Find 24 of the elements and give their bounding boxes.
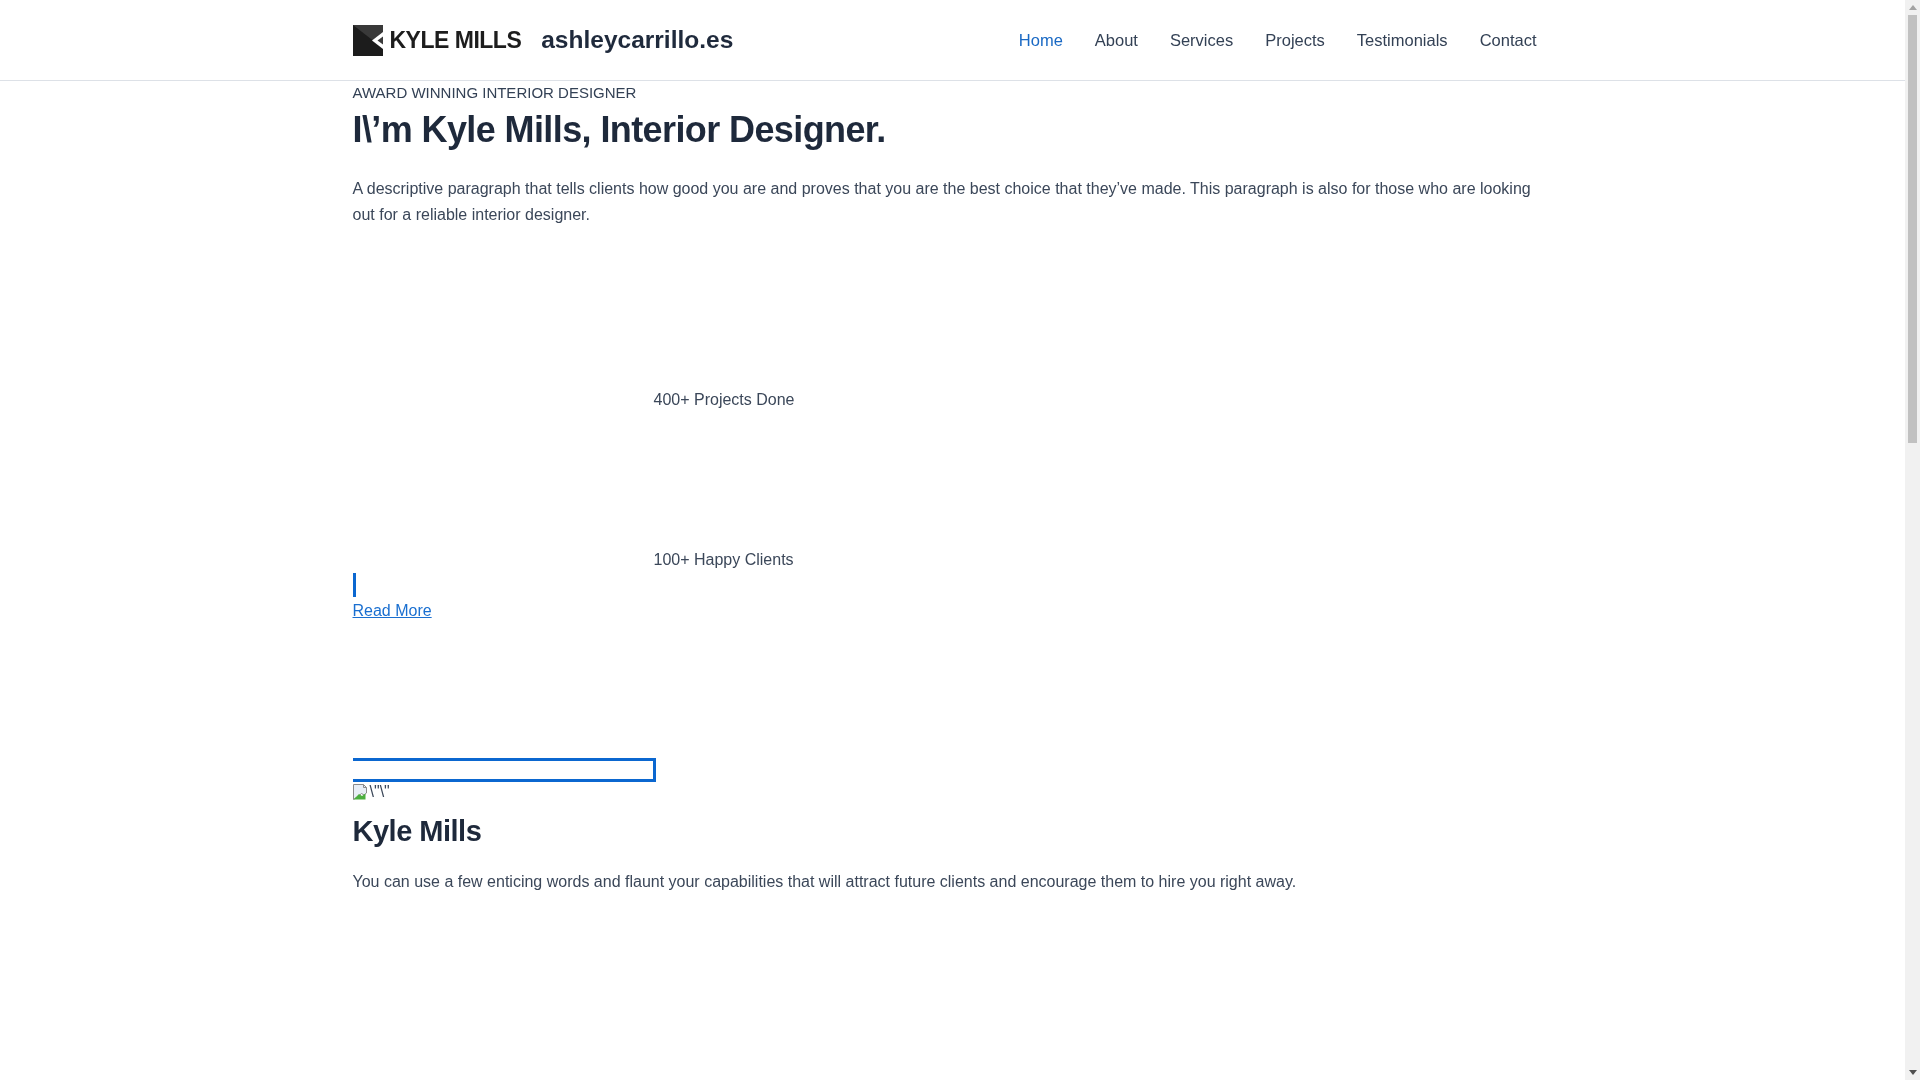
nav-link[interactable]: Contact [1463,28,1553,52]
scrollbar-track[interactable] [1905,0,1920,1080]
broken-image-icon [352,784,369,800]
caret-up-icon[interactable] [1908,5,1917,10]
about-paragraph: You can use a few enticing words and flaunt your capabilities that will attract future clients and encourage them to hire you right away. [352,872,1297,892]
nav-link[interactable]: Services [1153,28,1250,52]
image-alt-text: \"\" [369,782,390,802]
site-title[interactable]: ashleycarrillo.es [541,25,734,55]
nav-link[interactable]: Home [1002,28,1079,52]
stat-label: 100+ Happy Clients [653,550,794,570]
name-heading: Kyle Mills [352,814,482,849]
hero-heading: I\’m Kyle Mills, Interior Designer. [352,108,886,152]
nav-link[interactable]: Projects [1249,28,1341,52]
caret-down-icon[interactable] [1908,1070,1917,1075]
stat-label: 400+ Projects Done [653,390,795,410]
logo-icon [352,24,383,56]
nav-link[interactable]: Testimonials [1340,28,1464,52]
eyebrow-text: AWARD WINNING INTERIOR DESIGNER [352,83,637,103]
scrollbar-thumb[interactable] [1908,15,1917,443]
logo-text[interactable]: KYLE MILLS [389,26,522,54]
hero-paragraph: A descriptive paragraph that tells clients how good you are and proves that you are the best choice that they’ve made. This paragraph is also for those who are looking out for a reliable interior designer. [352,179,1532,225]
read-more-link[interactable]: Read More [352,599,432,623]
nav-link[interactable]: About [1078,28,1154,52]
accent-bar [352,573,356,597]
